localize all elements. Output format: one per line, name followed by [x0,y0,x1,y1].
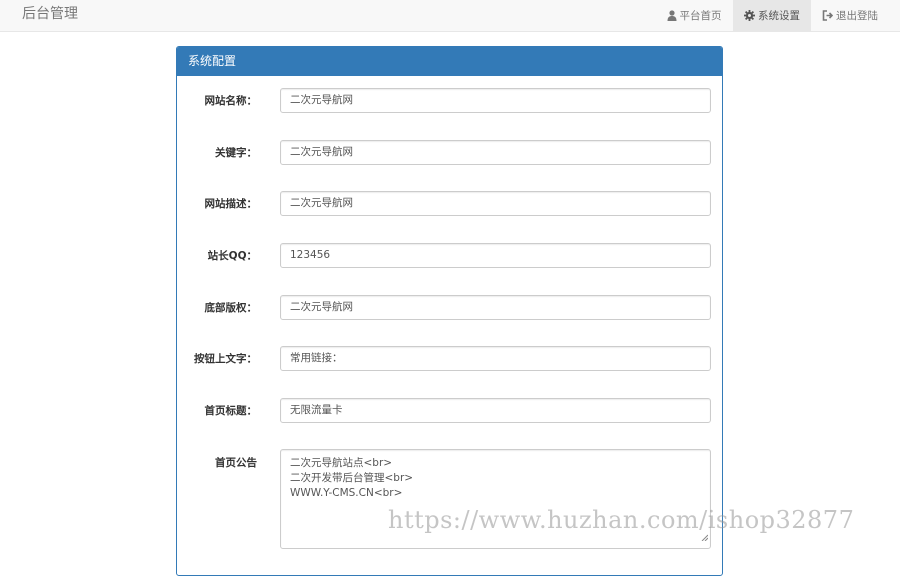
nav-logout-label: 退出登陆 [836,9,878,22]
logout-icon [822,10,833,21]
system-config-panel: 系统配置 网站名称： 二次元导航网 关键字： 二次元导航网 网站描述： 二次元导… [176,46,723,576]
site-name-input[interactable]: 二次元导航网 [280,88,711,113]
home-title-input[interactable]: 无限流量卡 [280,398,711,423]
home-notice-textarea[interactable]: 二次元导航站点<br> 二次开发带后台管理<br> WWW.Y-CMS.CN<b… [280,449,711,549]
user-icon [667,10,677,21]
brand-title[interactable]: 后台管理 [22,5,78,23]
notice-line: WWW.Y-CMS.CN<br> [290,487,403,499]
watermark-text: https://www.huzhan.com/ishop32877 [388,506,855,534]
site-description-input[interactable]: 二次元导航网 [280,191,711,216]
keywords-input[interactable]: 二次元导航网 [280,140,711,165]
webmaster-qq-label: 站长QQ： [207,250,257,262]
keywords-label: 关键字： [215,147,257,159]
footer-copyright-input[interactable]: 二次元导航网 [280,295,711,320]
notice-line: 二次元导航站点<br> [290,457,393,469]
nav-platform-home[interactable]: 平台首页 [657,0,731,31]
panel-title: 系统配置 [177,47,722,76]
notice-line: 二次开发带后台管理<br> [290,472,414,484]
nav-system-settings-label: 系统设置 [758,9,800,22]
site-description-label: 网站描述： [204,198,258,210]
home-notice-label: 首页公告 [215,457,257,469]
nav-platform-home-label: 平台首页 [679,9,722,22]
webmaster-qq-input[interactable]: 123456 [280,243,711,268]
button-text-label: 按钮上文字： [194,353,257,365]
top-navbar: 后台管理 平台首页 系统设置 退出登陆 [0,0,900,32]
site-name-label: 网站名称： [204,95,258,107]
nav-system-settings[interactable]: 系统设置 [733,0,811,31]
nav-logout[interactable]: 退出登陆 [812,0,888,31]
home-title-label: 首页标题： [204,405,258,417]
button-text-input[interactable]: 常用链接： [280,346,711,371]
gear-icon [744,10,755,21]
footer-copyright-label: 底部版权： [204,302,258,314]
